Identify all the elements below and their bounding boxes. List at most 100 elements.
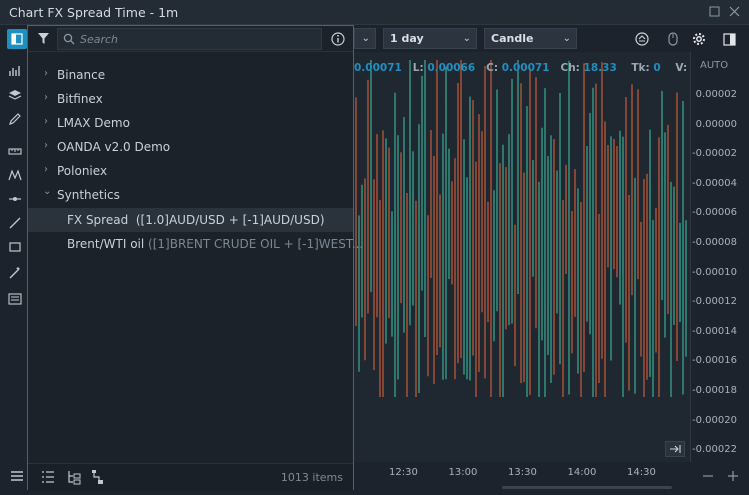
y-tick-label: -0.00018 [692, 385, 737, 396]
symbol-formula: ([1]BRENT CRUDE OIL + [-1]WEST... [148, 237, 364, 251]
scroll-to-end-icon[interactable] [665, 441, 685, 457]
gear-icon [693, 33, 705, 45]
y-tick-label: -0.00002 [692, 148, 737, 160]
close-icon[interactable] [729, 6, 740, 17]
ch-value: 18.33 [583, 62, 617, 74]
chevron-down-icon: ⌄ [562, 33, 571, 44]
chevron-down-icon: ⌄ [462, 33, 471, 44]
auto-scale-button[interactable]: AUTO [700, 60, 728, 71]
ohlc-info-line: 0.00071 L: 0.00066 C: 0.00071 Ch: 18.33 … [354, 62, 698, 76]
tree-item-brent-wti[interactable]: Brent/WTI oil ([1]BRENT CRUDE OIL + [-1]… [28, 232, 363, 256]
symbol-name: FX Spread [67, 213, 129, 227]
ch-label: Ch: [560, 62, 580, 74]
chart-canvas[interactable] [354, 52, 690, 462]
tree-item-binance[interactable]: › Binance [28, 64, 353, 86]
price-axis[interactable]: 0.00002 0.00000 -0.00002 -0.00004 -0.00006 -0… [690, 52, 749, 462]
search-input[interactable] [80, 29, 320, 49]
list-view-icon[interactable] [39, 468, 57, 486]
o-value: 0.00071 [354, 62, 402, 74]
tree-item-synthetics[interactable]: ⌄ Synthetics [28, 184, 353, 206]
y-tick-label: -0.00010 [692, 266, 737, 278]
l-label: L: [412, 62, 424, 74]
c-value: 0.00071 [501, 62, 550, 74]
info-icon[interactable] [331, 32, 345, 46]
time-scrollbar[interactable] [502, 486, 672, 489]
pattern-icon[interactable] [8, 168, 22, 182]
tree-item-label: FX Spread ([1.0]AUD/USD + [-1]AUD/USD) [67, 213, 325, 227]
mouse-mode-button[interactable] [663, 29, 683, 49]
y-tick-label: -0.00022 [692, 444, 737, 456]
tree-item-lmax-demo[interactable]: › LMAX Demo [28, 112, 353, 134]
tk-label: Tk: [631, 62, 650, 74]
v-label: V: [675, 62, 688, 74]
group-view-icon[interactable] [90, 468, 108, 486]
y-tick-label: -0.00020 [692, 414, 737, 426]
layout-button[interactable] [719, 29, 739, 49]
zoom-in-icon[interactable] [727, 470, 739, 482]
period-dropdown[interactable]: 1 day ⌄ [383, 28, 477, 49]
tree-item-label: OANDA v2.0 Demo [57, 140, 171, 154]
chevron-right-icon: › [44, 92, 48, 103]
pencil-icon[interactable] [8, 112, 22, 126]
y-tick-label: -0.00004 [692, 177, 737, 189]
y-tick-label: -0.00016 [692, 355, 737, 367]
drawing-toolbar [0, 52, 27, 462]
rectangle-icon[interactable] [8, 240, 22, 254]
filter-icon[interactable] [37, 32, 50, 45]
zoom-out-icon[interactable] [702, 470, 714, 482]
chevron-right-icon: › [44, 68, 48, 79]
chevron-right-icon: › [44, 116, 48, 127]
split-panel-icon [722, 32, 736, 46]
y-tick-label: 0.00000 [695, 118, 737, 130]
mouse-icon [668, 32, 678, 46]
search-row [28, 26, 353, 52]
chevron-right-icon: › [44, 140, 48, 151]
symbol-name: Brent/WTI oil [67, 237, 145, 251]
tree-item-label: Poloniex [57, 164, 108, 178]
candle-chart[interactable] [354, 52, 690, 462]
y-tick-label: -0.00006 [692, 207, 737, 219]
tree-item-label: Bitfinex [57, 92, 103, 106]
tree-view-icon[interactable] [65, 468, 83, 486]
list-chart-icon[interactable] [8, 292, 22, 306]
tree-item-fx-spread[interactable]: FX Spread ([1.0]AUD/USD + [-1]AUD/USD) [28, 208, 353, 232]
c-label: C: [486, 62, 499, 74]
panel-toggle-button[interactable] [7, 29, 27, 49]
tree-item-label: Binance [57, 68, 106, 82]
search-icon [63, 33, 75, 45]
panel-footer: 1013 items [28, 463, 353, 490]
tk-value: 0 [653, 62, 661, 74]
quick-trade-button[interactable] [632, 29, 652, 49]
horizontal-line-icon[interactable] [8, 192, 22, 206]
symbol-dropdown[interactable]: ⌄ [354, 28, 376, 49]
menu-icon[interactable] [10, 470, 24, 482]
y-tick-label: -0.00008 [692, 237, 737, 248]
indicators-icon[interactable] [8, 64, 22, 78]
maximize-icon[interactable] [709, 6, 720, 17]
y-tick-label: -0.00012 [692, 296, 737, 308]
settings-button[interactable] [689, 29, 709, 49]
chart-type-value: Candle [491, 32, 534, 45]
tree-item-label: LMAX Demo [57, 116, 130, 130]
tree-item-bitfinex[interactable]: › Bitfinex [28, 88, 353, 110]
y-tick-label: -0.00014 [692, 325, 737, 337]
symbol-formula: ([1.0]AUD/USD + [-1]AUD/USD) [132, 213, 325, 227]
period-value: 1 day [390, 32, 424, 45]
chevron-right-icon: › [44, 164, 48, 175]
tree-item-label: Synthetics [57, 188, 120, 202]
tree-item-poloniex[interactable]: › Poloniex [28, 160, 353, 182]
ruler-icon[interactable] [8, 144, 22, 158]
sidebar-panel-icon [11, 33, 23, 45]
y-tick-label: 0.00002 [695, 89, 737, 100]
magic-wand-icon[interactable] [8, 266, 22, 280]
symbol-lookup-panel: › Binance › Bitfinex › LMAX Demo › OANDA… [27, 25, 363, 490]
window-title: Chart FX Spread Time - 1m [9, 5, 179, 20]
chart-type-dropdown[interactable]: Candle ⌄ [484, 28, 577, 49]
tree-item-label: Brent/WTI oil ([1]BRENT CRUDE OIL + [-1]… [67, 237, 363, 251]
chevron-down-icon: ⌄ [43, 186, 52, 197]
search-box [57, 28, 322, 50]
trend-line-icon[interactable] [8, 216, 22, 230]
title-bar: Chart FX Spread Time - 1m [0, 0, 749, 25]
layers-icon[interactable] [8, 88, 22, 102]
tree-item-oanda[interactable]: › OANDA v2.0 Demo [28, 136, 353, 158]
